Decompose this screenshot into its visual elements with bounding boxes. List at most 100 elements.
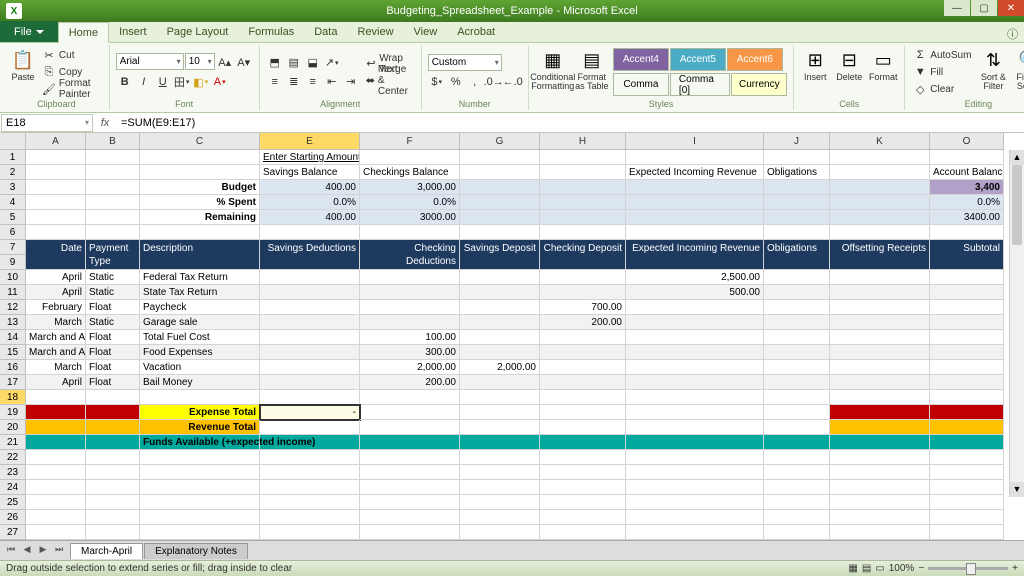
cell-E12[interactable] <box>260 315 360 330</box>
cell-O9[interactable] <box>930 270 1004 285</box>
cell-J15[interactable] <box>764 360 830 375</box>
cell-C23[interactable] <box>140 480 260 495</box>
cell-B15[interactable]: Float <box>86 360 140 375</box>
tab-data[interactable]: Data <box>304 21 347 42</box>
cell-I4[interactable] <box>626 195 764 210</box>
cell-K23[interactable] <box>830 480 930 495</box>
table-header-9[interactable]: Offsetting Receipts <box>830 240 930 270</box>
table-header-8[interactable]: Obligations <box>764 240 830 270</box>
cell-J4[interactable] <box>764 195 830 210</box>
row-header-19[interactable]: 19 <box>0 405 26 420</box>
cell-K21[interactable] <box>830 450 930 465</box>
cell-F24[interactable] <box>360 495 460 510</box>
cell-H10[interactable] <box>540 285 626 300</box>
cell-E3[interactable]: 400.00 <box>260 180 360 195</box>
cell-A4[interactable] <box>26 195 86 210</box>
cell-J24[interactable] <box>764 495 830 510</box>
cell-F26[interactable] <box>360 525 460 540</box>
cell-C10[interactable]: State Tax Return <box>140 285 260 300</box>
cell-A6[interactable] <box>26 225 86 240</box>
format-cells-button[interactable]: ▭Format <box>868 46 898 98</box>
cell-K6[interactable] <box>830 225 930 240</box>
cell-B11[interactable]: Float <box>86 300 140 315</box>
minimize-button[interactable]: — <box>944 0 970 16</box>
cell-I20[interactable] <box>626 435 764 450</box>
col-header-A[interactable]: A <box>26 133 86 150</box>
row-header-6[interactable]: 6 <box>0 225 26 240</box>
cell-K20[interactable] <box>830 435 930 450</box>
col-header-E[interactable]: E <box>260 133 360 150</box>
cell-F19[interactable] <box>360 420 460 435</box>
cell-C9[interactable]: Federal Tax Return <box>140 270 260 285</box>
align-center-button[interactable]: ≣ <box>285 73 303 91</box>
cell-E16[interactable] <box>260 375 360 390</box>
cell-I3[interactable] <box>626 180 764 195</box>
cell-I10[interactable]: 500.00 <box>626 285 764 300</box>
cell-O24[interactable] <box>930 495 1004 510</box>
cell-A17[interactable] <box>26 390 86 405</box>
zoom-in-button[interactable]: + <box>1012 563 1018 574</box>
cut-button[interactable]: ✂Cut <box>40 47 103 63</box>
row-header-13[interactable]: 13 <box>0 315 26 330</box>
sheet-tab-march-april[interactable]: March-April <box>70 543 143 559</box>
view-normal-button[interactable]: ▦ <box>848 563 857 574</box>
col-header-C[interactable]: C <box>140 133 260 150</box>
sheet-prev-button[interactable]: ◀ <box>20 544 34 558</box>
cell-G9[interactable] <box>460 270 540 285</box>
table-header-3[interactable]: Savings Deductions <box>260 240 360 270</box>
cell-J23[interactable] <box>764 480 830 495</box>
cell-G2[interactable] <box>460 165 540 180</box>
cell-O6[interactable] <box>930 225 1004 240</box>
cell-C19[interactable]: Revenue Total <box>140 420 260 435</box>
col-header-K[interactable]: K <box>830 133 930 150</box>
cell-B4[interactable] <box>86 195 140 210</box>
cell-A13[interactable]: March and April <box>26 330 86 345</box>
cell-H18[interactable] <box>540 405 626 420</box>
cell-H16[interactable] <box>540 375 626 390</box>
cell-A15[interactable]: March <box>26 360 86 375</box>
tab-insert[interactable]: Insert <box>109 21 157 42</box>
cell-K22[interactable] <box>830 465 930 480</box>
sheet-first-button[interactable]: ⏮ <box>4 544 18 558</box>
find-select-button[interactable]: 🔍Find & Select <box>1013 46 1024 98</box>
cell-G11[interactable] <box>460 300 540 315</box>
cell-C5[interactable]: Remaining <box>140 210 260 225</box>
cell-C12[interactable]: Garage sale <box>140 315 260 330</box>
cell-E24[interactable] <box>260 495 360 510</box>
maximize-button[interactable]: ▢ <box>971 0 997 16</box>
cell-O2[interactable]: Account Balance <box>930 165 1004 180</box>
style-accent5[interactable]: Accent5 <box>670 48 726 71</box>
cell-G13[interactable] <box>460 330 540 345</box>
cell-F25[interactable] <box>360 510 460 525</box>
cell-E15[interactable] <box>260 360 360 375</box>
paste-button[interactable]: 📋Paste <box>10 46 36 98</box>
accounting-button[interactable]: $ <box>428 73 446 91</box>
cell-I5[interactable] <box>626 210 764 225</box>
cell-F14[interactable]: 300.00 <box>360 345 460 360</box>
shrink-font-button[interactable]: A▾ <box>235 53 253 71</box>
cell-C25[interactable] <box>140 510 260 525</box>
row-header-10[interactable]: 10 <box>0 270 26 285</box>
row-header-21[interactable]: 21 <box>0 435 26 450</box>
cell-B19[interactable] <box>86 420 140 435</box>
cell-G19[interactable] <box>460 420 540 435</box>
format-as-table-button[interactable]: ▤Format as Table <box>575 46 609 98</box>
cell-H9[interactable] <box>540 270 626 285</box>
row-header-2[interactable]: 2 <box>0 165 26 180</box>
row-header-26[interactable]: 26 <box>0 510 26 525</box>
cell-G5[interactable] <box>460 210 540 225</box>
cell-G20[interactable] <box>460 435 540 450</box>
name-box[interactable]: E18 <box>1 114 93 132</box>
cell-E5[interactable]: 400.00 <box>260 210 360 225</box>
cell-J6[interactable] <box>764 225 830 240</box>
close-button[interactable]: ✕ <box>998 0 1024 16</box>
cell-J18[interactable] <box>764 405 830 420</box>
cell-E13[interactable] <box>260 330 360 345</box>
cell-G21[interactable] <box>460 450 540 465</box>
zoom-out-button[interactable]: − <box>918 563 924 574</box>
comma-button[interactable]: , <box>466 73 484 91</box>
cell-I25[interactable] <box>626 510 764 525</box>
cell-A21[interactable] <box>26 450 86 465</box>
cell-G26[interactable] <box>460 525 540 540</box>
align-left-button[interactable]: ≡ <box>266 73 284 91</box>
